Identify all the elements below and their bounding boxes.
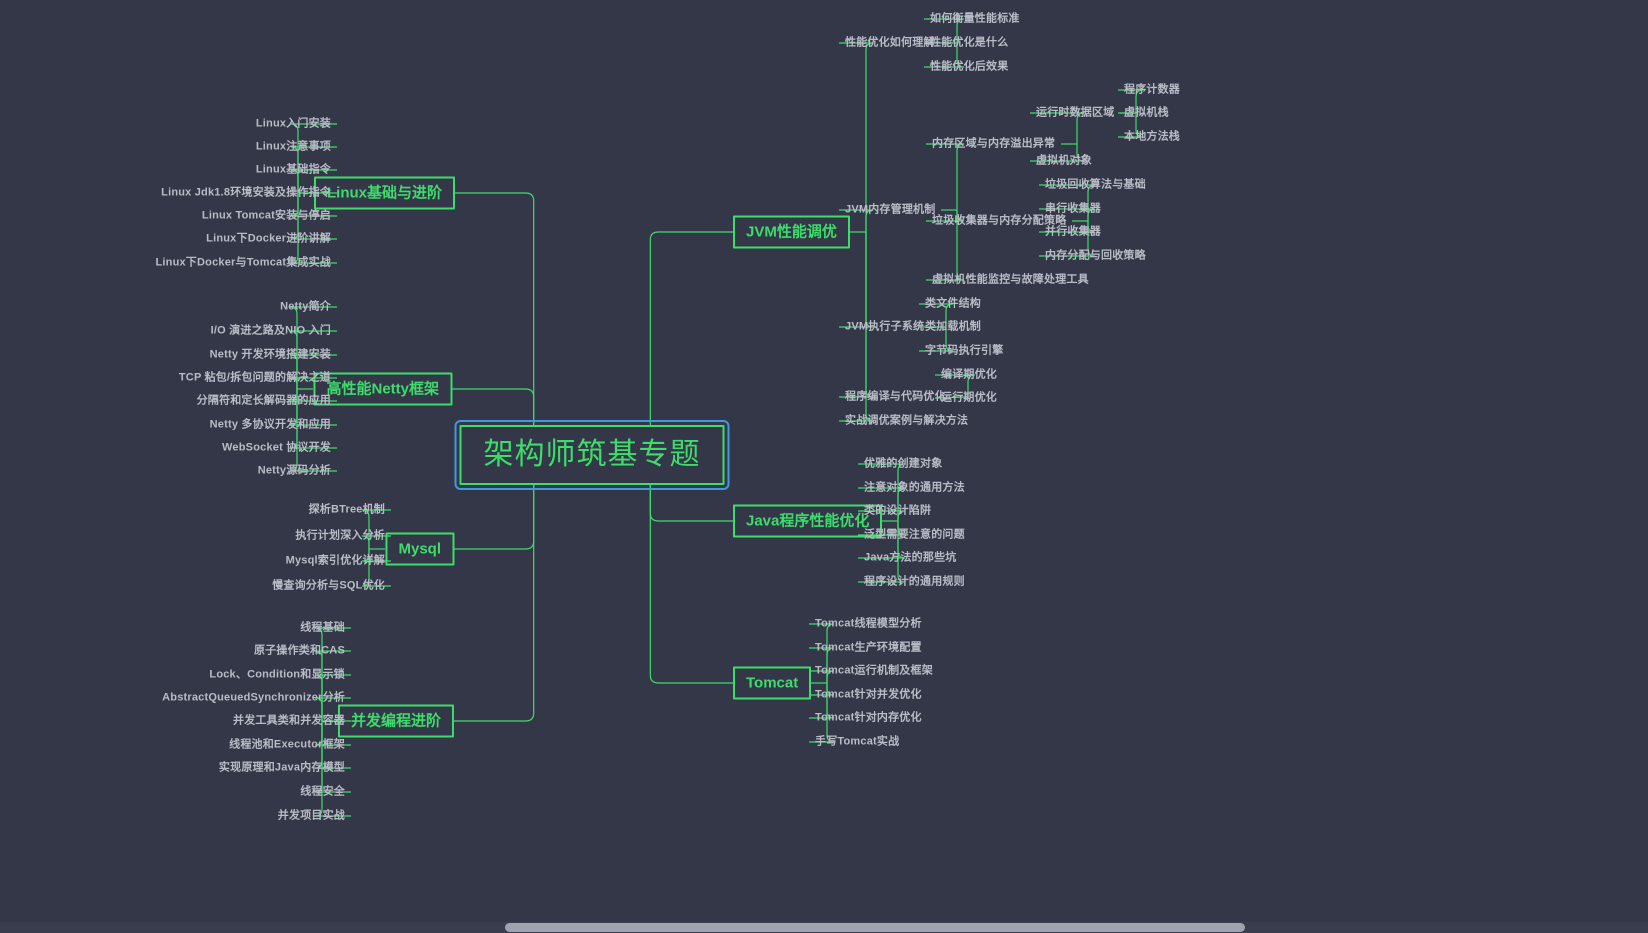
leaf-node[interactable]: 手写Tomcat实战	[815, 736, 899, 748]
connector	[839, 232, 874, 398]
leaf-node[interactable]: Tomcat生产环境配置	[815, 642, 922, 654]
connector	[455, 192, 535, 425]
leaf-node[interactable]: 虚拟机对象	[1036, 155, 1092, 167]
leaf-node[interactable]: 实战调优案例与解决方法	[845, 415, 968, 427]
leaf-node[interactable]: 并行收集器	[1045, 226, 1101, 238]
leaf-node[interactable]: 如何衡量性能标准	[930, 13, 1020, 25]
leaf-node[interactable]: Linux Tomcat安装与停启	[202, 210, 331, 222]
leaf-node[interactable]: 分隔符和定长解码器的应用	[197, 395, 331, 407]
leaf-node[interactable]: Tomcat运行机制及框架	[815, 665, 933, 677]
leaf-node[interactable]: TCP 粘包/拆包问题的解决之道	[179, 372, 331, 384]
leaf-node[interactable]: 编译期优化	[941, 369, 997, 381]
leaf-node[interactable]: 程序计数器	[1124, 84, 1180, 96]
leaf-node[interactable]: 类文件结构	[925, 298, 981, 310]
leaf-node[interactable]: 性能优化后效果	[930, 61, 1008, 73]
leaf-node[interactable]: JVM内存管理机制	[845, 204, 935, 216]
leaf-node[interactable]: 内存区域与内存溢出异常	[932, 138, 1055, 150]
leaf-node[interactable]: 线程池和Executor框架	[229, 739, 345, 751]
leaf-node[interactable]: 程序编译与代码优化	[845, 391, 946, 403]
connector	[649, 485, 733, 684]
horizontal-scrollbar-thumb[interactable]	[505, 923, 1245, 932]
branch-node-linux[interactable]: Linux基础与进阶	[314, 176, 455, 210]
connector	[649, 231, 733, 425]
connector	[649, 485, 733, 522]
branch-node-concurrency[interactable]: 并发编程进阶	[337, 704, 454, 738]
leaf-node[interactable]: 内存分配与回收策略	[1045, 250, 1146, 262]
leaf-node[interactable]: I/O 演进之路及NIO 入门	[211, 325, 331, 337]
leaf-node[interactable]: Mysql索引优化详解	[286, 555, 385, 567]
leaf-node[interactable]: Tomcat针对内存优化	[815, 712, 922, 724]
branch-node-tomcat[interactable]: Tomcat	[733, 666, 812, 700]
leaf-node[interactable]: 实现原理和Java内存模型	[219, 762, 345, 774]
connector	[452, 388, 535, 425]
leaf-node[interactable]: 并发项目实战	[278, 810, 345, 822]
leaf-node[interactable]: 慢查询分析与SQL优化	[272, 580, 385, 592]
leaf-node[interactable]: Tomcat线程模型分析	[815, 618, 922, 630]
leaf-node[interactable]: Linux入门安装	[256, 118, 331, 130]
leaf-node[interactable]: Netty 开发环境搭建安装	[210, 349, 331, 361]
leaf-node[interactable]: 类加载机制	[925, 321, 981, 333]
leaf-node[interactable]: 垃圾回收算法与基础	[1045, 179, 1146, 191]
leaf-node[interactable]: 线程安全	[300, 786, 345, 798]
leaf-node[interactable]: 运行期优化	[941, 392, 997, 404]
leaf-node[interactable]: 优雅的创建对象	[864, 458, 942, 470]
leaf-node[interactable]: 串行收集器	[1045, 203, 1101, 215]
leaf-node[interactable]: 程序设计的通用规则	[864, 576, 965, 588]
leaf-node[interactable]: Linux Jdk1.8环境安装及操作指令	[161, 187, 331, 199]
leaf-node[interactable]: Tomcat针对并发优化	[815, 689, 922, 701]
leaf-node[interactable]: Java方法的那些坑	[864, 552, 956, 564]
leaf-node[interactable]: 运行时数据区域	[1036, 107, 1114, 119]
leaf-node[interactable]: 虚拟机性能监控与故障处理工具	[932, 274, 1089, 286]
leaf-node[interactable]: Linux注意事项	[256, 141, 331, 153]
leaf-node[interactable]: 字节码执行引擎	[925, 345, 1003, 357]
leaf-node[interactable]: Linux下Docker与Tomcat集成实战	[155, 257, 331, 269]
leaf-node[interactable]: WebSocket 协议开发	[222, 442, 331, 454]
leaf-node[interactable]: AbstractQueuedSynchronizer分析	[162, 692, 345, 704]
leaf-node[interactable]: 性能优化是什么	[930, 37, 1008, 49]
leaf-node[interactable]: 性能优化如何理解	[845, 37, 935, 49]
leaf-node[interactable]: 类的设计陷阱	[864, 505, 931, 517]
connector-lines	[289, 18, 1144, 817]
horizontal-scrollbar-track[interactable]	[0, 922, 1648, 933]
leaf-node[interactable]: Netty 多协议开发和应用	[210, 419, 331, 431]
branch-node-jvm[interactable]: JVM性能调优	[733, 215, 850, 249]
leaf-node[interactable]: 并发工具类和并发容器	[233, 715, 345, 727]
connector	[454, 485, 535, 722]
leaf-node[interactable]: 探析BTree机制	[309, 504, 385, 516]
branch-node-netty[interactable]: 高性能Netty框架	[313, 372, 452, 406]
leaf-node[interactable]: 本地方法栈	[1124, 131, 1180, 143]
leaf-node[interactable]: JVM执行子系统	[845, 321, 924, 333]
branch-node-javaperf[interactable]: Java程序性能优化	[733, 504, 883, 538]
connector	[926, 143, 965, 210]
leaf-node[interactable]: 虚拟机栈	[1124, 107, 1169, 119]
leaf-node[interactable]: Lock、Condition和显示锁	[209, 669, 345, 681]
leaf-node[interactable]: 泛型需要注意的问题	[864, 529, 965, 541]
leaf-node[interactable]: 原子操作类和CAS	[254, 645, 345, 657]
leaf-node[interactable]: Linux基础指令	[256, 164, 331, 176]
leaf-node[interactable]: Netty简介	[280, 301, 331, 313]
leaf-node[interactable]: 注意对象的通用方法	[864, 482, 965, 494]
leaf-node[interactable]: Linux下Docker进阶讲解	[206, 233, 331, 245]
branch-node-mysql[interactable]: Mysql	[385, 532, 454, 566]
connector	[454, 485, 535, 550]
root-node[interactable]: 架构师筑基专题	[454, 420, 730, 490]
leaf-node[interactable]: Netty源码分析	[258, 465, 331, 477]
leaf-node[interactable]: 执行计划深入分析	[295, 530, 385, 542]
mindmap-canvas[interactable]: 架构师筑基专题 Linux基础与进阶 Linux入门安装 Linux注意事项 Linux…	[0, 0, 1648, 933]
leaf-node[interactable]: 线程基础	[300, 622, 345, 634]
